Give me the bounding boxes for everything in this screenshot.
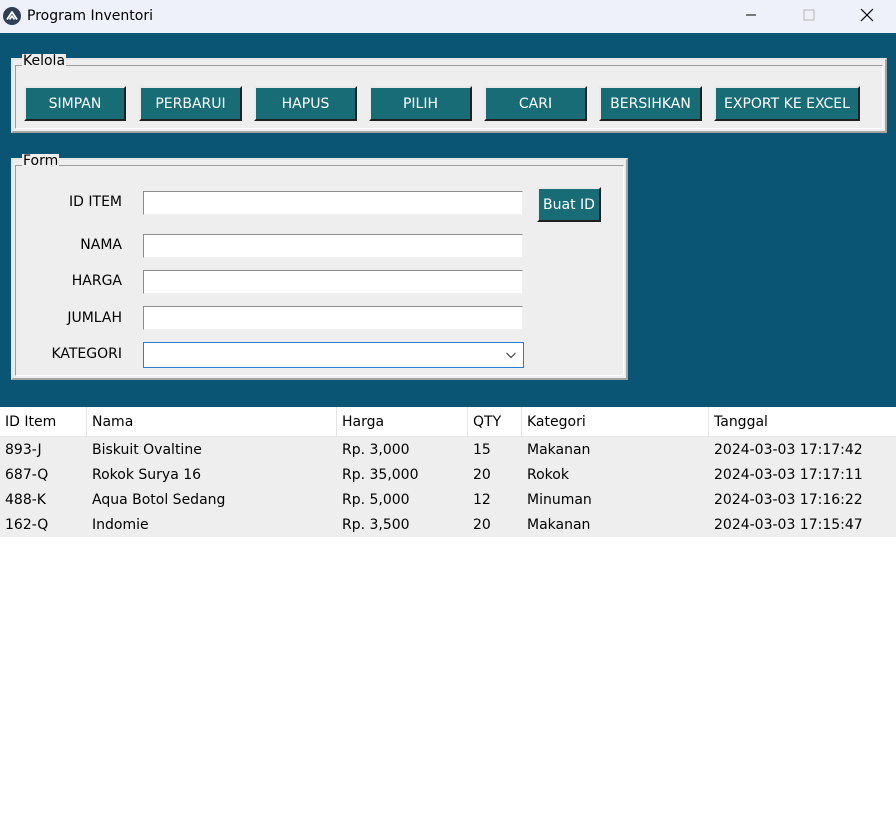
- cell-nama: Aqua Botol Sedang: [92, 491, 226, 508]
- maximize-button[interactable]: [780, 0, 838, 33]
- close-button[interactable]: [838, 0, 896, 33]
- export-excel-button[interactable]: EXPORT KE EXCEL: [714, 86, 860, 121]
- column-header-harga[interactable]: Harga: [337, 407, 468, 437]
- cell-qty: 12: [473, 491, 491, 508]
- nama-label: NAMA: [80, 237, 122, 253]
- window-title: Program Inventori: [27, 8, 153, 24]
- jumlah-label: JUMLAH: [67, 310, 122, 326]
- main-area: Kelola SIMPAN PERBARUI HAPUS PILIH CARI …: [0, 33, 896, 407]
- perbarui-button[interactable]: PERBARUI: [139, 86, 242, 121]
- app-logo-icon: [3, 7, 21, 25]
- cari-button[interactable]: CARI: [484, 86, 587, 121]
- table-body: 893-J Biskuit Ovaltine Rp. 3,000 15 Maka…: [0, 437, 896, 537]
- column-header-tanggal[interactable]: Tanggal: [709, 407, 896, 437]
- cell-kategori: Makanan: [527, 516, 591, 533]
- hapus-button[interactable]: HAPUS: [254, 86, 357, 121]
- cell-id-item: 488-K: [5, 491, 46, 508]
- column-header-qty[interactable]: QTY: [468, 407, 522, 437]
- cell-kategori: Makanan: [527, 441, 591, 458]
- id-item-label: ID ITEM: [69, 194, 122, 210]
- column-header-id-item[interactable]: ID Item: [0, 407, 87, 437]
- minimize-icon: [745, 9, 757, 25]
- cell-tanggal: 2024-03-03 17:17:11: [714, 466, 863, 483]
- form-group-label: Form: [22, 153, 60, 169]
- minimize-button[interactable]: [722, 0, 780, 33]
- kategori-label: KATEGORI: [51, 346, 122, 362]
- cell-id-item: 893-J: [5, 441, 42, 458]
- cell-harga: Rp. 3,000: [342, 441, 410, 458]
- cell-id-item: 162-Q: [5, 516, 49, 533]
- form-group: Form ID ITEM Buat ID NAMA HARGA JUMLAH K…: [11, 154, 628, 380]
- maximize-icon: [803, 9, 815, 25]
- close-icon: [860, 8, 874, 26]
- kategori-combobox[interactable]: [143, 342, 524, 368]
- cell-nama: Biskuit Ovaltine: [92, 441, 202, 458]
- cell-tanggal: 2024-03-03 17:15:47: [714, 516, 863, 533]
- harga-label: HARGA: [71, 273, 122, 289]
- id-item-input[interactable]: [143, 191, 523, 215]
- bersihkan-button[interactable]: BERSIHKAN: [599, 86, 702, 121]
- chevron-down-icon[interactable]: [499, 343, 523, 367]
- column-header-nama[interactable]: Nama: [87, 407, 337, 437]
- harga-input[interactable]: [143, 270, 523, 294]
- table-row[interactable]: 162-Q Indomie Rp. 3,500 20 Makanan 2024-…: [0, 512, 896, 537]
- inventory-table[interactable]: ID Item Nama Harga QTY Kategori Tanggal …: [0, 407, 896, 537]
- cell-tanggal: 2024-03-03 17:16:22: [714, 491, 863, 508]
- table-row[interactable]: 488-K Aqua Botol Sedang Rp. 5,000 12 Min…: [0, 487, 896, 512]
- cell-harga: Rp. 3,500: [342, 516, 410, 533]
- cell-nama: Indomie: [92, 516, 149, 533]
- cell-id-item: 687-Q: [5, 466, 49, 483]
- table-row[interactable]: 687-Q Rokok Surya 16 Rp. 35,000 20 Rokok…: [0, 462, 896, 487]
- table-row[interactable]: 893-J Biskuit Ovaltine Rp. 3,000 15 Maka…: [0, 437, 896, 462]
- table-header: ID Item Nama Harga QTY Kategori Tanggal: [0, 407, 896, 437]
- pilih-button[interactable]: PILIH: [369, 86, 472, 121]
- cell-qty: 20: [473, 466, 491, 483]
- nama-input[interactable]: [143, 234, 523, 258]
- cell-tanggal: 2024-03-03 17:17:42: [714, 441, 863, 458]
- kelola-group-label: Kelola: [22, 53, 67, 69]
- cell-kategori: Minuman: [527, 491, 592, 508]
- jumlah-input[interactable]: [143, 306, 523, 330]
- column-header-kategori[interactable]: Kategori: [522, 407, 709, 437]
- title-bar: Program Inventori: [0, 0, 896, 33]
- buat-id-button[interactable]: Buat ID: [537, 187, 601, 222]
- simpan-button[interactable]: SIMPAN: [24, 86, 126, 121]
- cell-qty: 20: [473, 516, 491, 533]
- cell-harga: Rp. 35,000: [342, 466, 419, 483]
- kelola-group: Kelola SIMPAN PERBARUI HAPUS PILIH CARI …: [11, 54, 887, 133]
- cell-nama: Rokok Surya 16: [92, 466, 202, 483]
- cell-qty: 15: [473, 441, 491, 458]
- cell-harga: Rp. 5,000: [342, 491, 410, 508]
- cell-kategori: Rokok: [527, 466, 569, 483]
